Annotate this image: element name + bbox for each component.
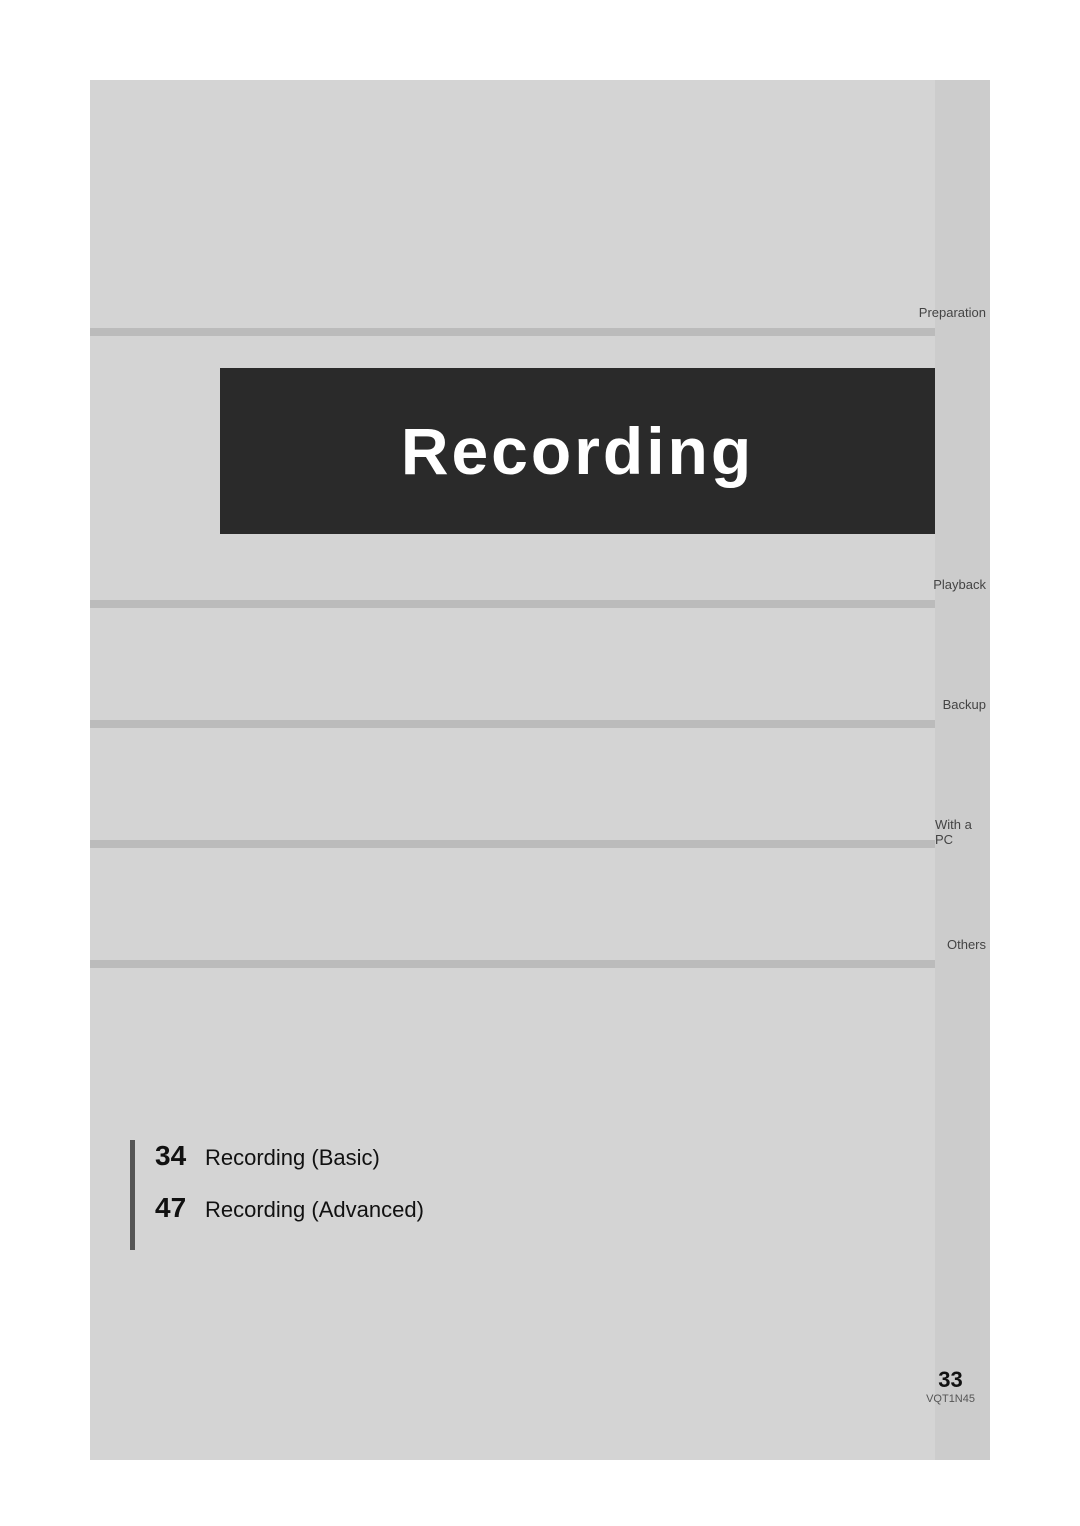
section-playback: Playback: [935, 577, 990, 596]
playback-label: Playback: [933, 577, 990, 592]
backup-label: Backup: [943, 697, 990, 712]
section-others: Others: [935, 937, 990, 956]
right-panel: [935, 80, 990, 1460]
page-number-area: 33 VQT1N45: [926, 1367, 975, 1405]
others-label: Others: [947, 937, 990, 952]
toc-number-2: 47: [140, 1192, 205, 1224]
page-container: Preparation Playback Backup With a PC Ot…: [0, 0, 1080, 1526]
toc-text-2: Recording (Advanced): [205, 1197, 424, 1223]
content-area: Preparation Playback Backup With a PC Ot…: [90, 80, 990, 1460]
recording-block: Recording: [220, 368, 935, 534]
divider-backup: [90, 720, 935, 728]
toc-item-1: 34 Recording (Basic): [140, 1140, 740, 1172]
with-pc-label: With a PC: [935, 817, 990, 847]
toc-area: 34 Recording (Basic) 47 Recording (Advan…: [140, 1140, 740, 1224]
preparation-label: Preparation: [919, 305, 990, 320]
divider-others: [90, 960, 935, 968]
section-preparation: Preparation: [935, 305, 990, 324]
divider-with-pc: [90, 840, 935, 848]
toc-left-bar: [130, 1140, 135, 1250]
toc-item-2: 47 Recording (Advanced): [140, 1192, 740, 1224]
toc-number-1: 34: [140, 1140, 205, 1172]
page-code: VQT1N45: [926, 1393, 975, 1405]
toc-text-1: Recording (Basic): [205, 1145, 380, 1171]
page-number: 33: [926, 1367, 975, 1393]
recording-title: Recording: [401, 413, 754, 489]
section-with-pc: With a PC: [935, 817, 990, 851]
section-backup: Backup: [935, 697, 990, 716]
divider-playback: [90, 600, 935, 608]
divider-preparation: [90, 328, 935, 336]
